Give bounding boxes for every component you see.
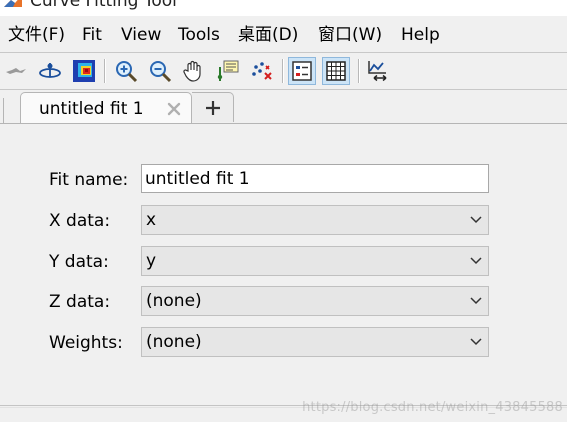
menu-desktop[interactable]: 桌面(D) — [238, 25, 298, 45]
chevron-down-icon — [470, 216, 482, 224]
weights-value: (none) — [146, 332, 202, 352]
pan-button[interactable] — [180, 57, 208, 85]
y-data-select[interactable]: y — [141, 246, 489, 276]
chevron-down-icon — [470, 338, 482, 346]
fit-settings-panel: Fit name: X data: x Y data: y Z data: (n… — [0, 124, 567, 422]
toolbar — [0, 53, 567, 89]
exclude-outliers-icon — [252, 62, 272, 80]
x-data-label: X data: — [49, 211, 111, 231]
axes-limits-button[interactable] — [364, 57, 392, 85]
weights-select[interactable]: (none) — [141, 327, 489, 357]
tab-strip-edge — [0, 94, 20, 124]
window-title: Curve Fitting Tool — [30, 0, 177, 11]
menu-fit[interactable]: Fit — [82, 25, 102, 45]
watermark-text: https://blog.csdn.net/weixin_43845588 — [302, 400, 563, 415]
surface-plot-button[interactable] — [70, 57, 98, 85]
legend-icon — [292, 61, 312, 81]
menu-tools[interactable]: Tools — [178, 25, 220, 45]
tab-untitled-fit-1[interactable]: untitled fit 1 — [20, 92, 192, 124]
matlab-logo-icon — [4, 0, 22, 7]
menu-view[interactable]: View — [121, 25, 161, 45]
data-cursor-icon — [217, 60, 239, 81]
z-data-label: Z data: — [49, 292, 111, 312]
y-data-value: y — [146, 251, 157, 271]
menu-bar: 文件(F) Fit View Tools 桌面(D) 窗口(W) Help — [0, 16, 567, 52]
grid-icon — [326, 61, 346, 81]
main-plot-icon — [39, 63, 61, 78]
z-data-value: (none) — [146, 291, 202, 311]
legend-toggle-button[interactable] — [288, 57, 316, 85]
surface-plot-icon — [73, 60, 95, 82]
data-cursor-button[interactable] — [214, 57, 242, 85]
menu-help[interactable]: Help — [401, 25, 440, 45]
exclude-outliers-button[interactable] — [248, 57, 276, 85]
toolbar-separator — [104, 59, 106, 83]
weights-label: Weights: — [49, 333, 123, 353]
zoom-out-button[interactable] — [146, 57, 174, 85]
tab-strip: untitled fit 1 — [0, 90, 567, 124]
menu-window[interactable]: 窗口(W) — [318, 25, 382, 45]
chevron-down-icon — [470, 257, 482, 265]
title-bar: Curve Fitting Tool — [0, 0, 567, 16]
toolbar-separator — [282, 59, 284, 83]
add-tab-button[interactable] — [192, 92, 234, 122]
pan-hand-icon — [183, 60, 201, 82]
auto-fit-button[interactable] — [2, 57, 30, 85]
zoom-in-icon — [116, 61, 138, 83]
main-plot-button[interactable] — [36, 57, 64, 85]
tab-label: untitled fit 1 — [39, 99, 144, 119]
grid-toggle-button[interactable] — [322, 57, 350, 85]
toolbar-separator — [358, 59, 360, 83]
x-data-value: x — [146, 210, 157, 230]
zoom-out-icon — [150, 61, 172, 83]
axes-limits-icon — [368, 61, 387, 82]
menu-file[interactable]: 文件(F) — [8, 25, 65, 45]
zoom-in-button[interactable] — [112, 57, 140, 85]
z-data-select[interactable]: (none) — [141, 286, 489, 316]
close-icon[interactable] — [167, 102, 181, 116]
fit-name-input[interactable] — [141, 164, 489, 193]
plus-icon — [205, 100, 220, 115]
fit-name-label: Fit name: — [49, 170, 129, 190]
y-data-label: Y data: — [49, 252, 109, 272]
chevron-down-icon — [470, 297, 482, 305]
x-data-select[interactable]: x — [141, 205, 489, 235]
auto-fit-icon — [6, 68, 26, 74]
